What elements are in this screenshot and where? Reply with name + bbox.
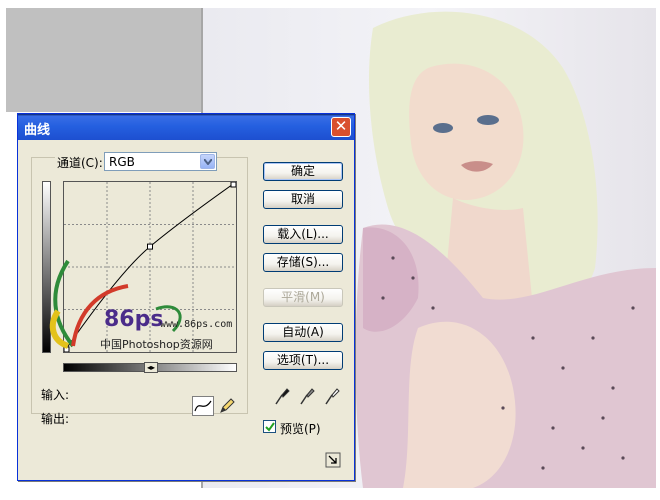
close-icon: ✕ [334, 117, 348, 135]
gray-eyedropper-icon[interactable] [298, 386, 316, 406]
channel-select[interactable]: RGB [104, 152, 217, 171]
save-button[interactable]: 存储(S)... [263, 253, 343, 272]
expand-icon[interactable] [325, 452, 341, 468]
preview-checkbox[interactable] [263, 420, 276, 433]
dialog-titlebar[interactable]: 曲线 ✕ [18, 114, 354, 140]
ok-button[interactable]: 确定 [263, 162, 343, 181]
dialog-title: 曲线 [24, 123, 51, 138]
pencil-icon[interactable] [218, 397, 236, 415]
channel-value: RGB [109, 155, 135, 169]
curve-tool-icon[interactable] [192, 396, 214, 416]
swap-gradient-button[interactable]: ◂▸ [144, 362, 158, 373]
preview-label: 预览(P) [280, 422, 321, 436]
workspace: 曲线 ✕ 通道(C): RGB 86ps www.86ps.com 中国Phot… [0, 0, 660, 500]
output-label: 输出: [41, 412, 70, 426]
channel-label: 通道(C): [55, 154, 105, 171]
canvas-background [6, 8, 201, 112]
white-eyedropper-icon[interactable] [323, 386, 341, 406]
curves-dialog: 曲线 ✕ 通道(C): RGB 86ps www.86ps.com 中国Phot… [17, 113, 355, 481]
auto-button[interactable]: 自动(A) [263, 323, 343, 342]
options-button[interactable]: 选项(T)... [263, 351, 343, 370]
black-eyedropper-icon[interactable] [273, 386, 291, 406]
chevron-down-icon[interactable] [200, 154, 215, 169]
curve-point-2[interactable] [230, 181, 237, 188]
watermark-brand: 86ps [104, 307, 164, 332]
curve-point-1[interactable] [147, 243, 153, 250]
load-button[interactable]: 载入(L)... [263, 225, 343, 244]
input-label: 输入: [41, 388, 70, 402]
cancel-button[interactable]: 取消 [263, 190, 343, 209]
watermark-caption: 中国Photoshop资源网 [100, 338, 213, 351]
smooth-button[interactable]: 平滑(M) [263, 288, 343, 307]
watermark-url: www.86ps.com [160, 319, 233, 330]
close-button[interactable]: ✕ [331, 117, 351, 137]
